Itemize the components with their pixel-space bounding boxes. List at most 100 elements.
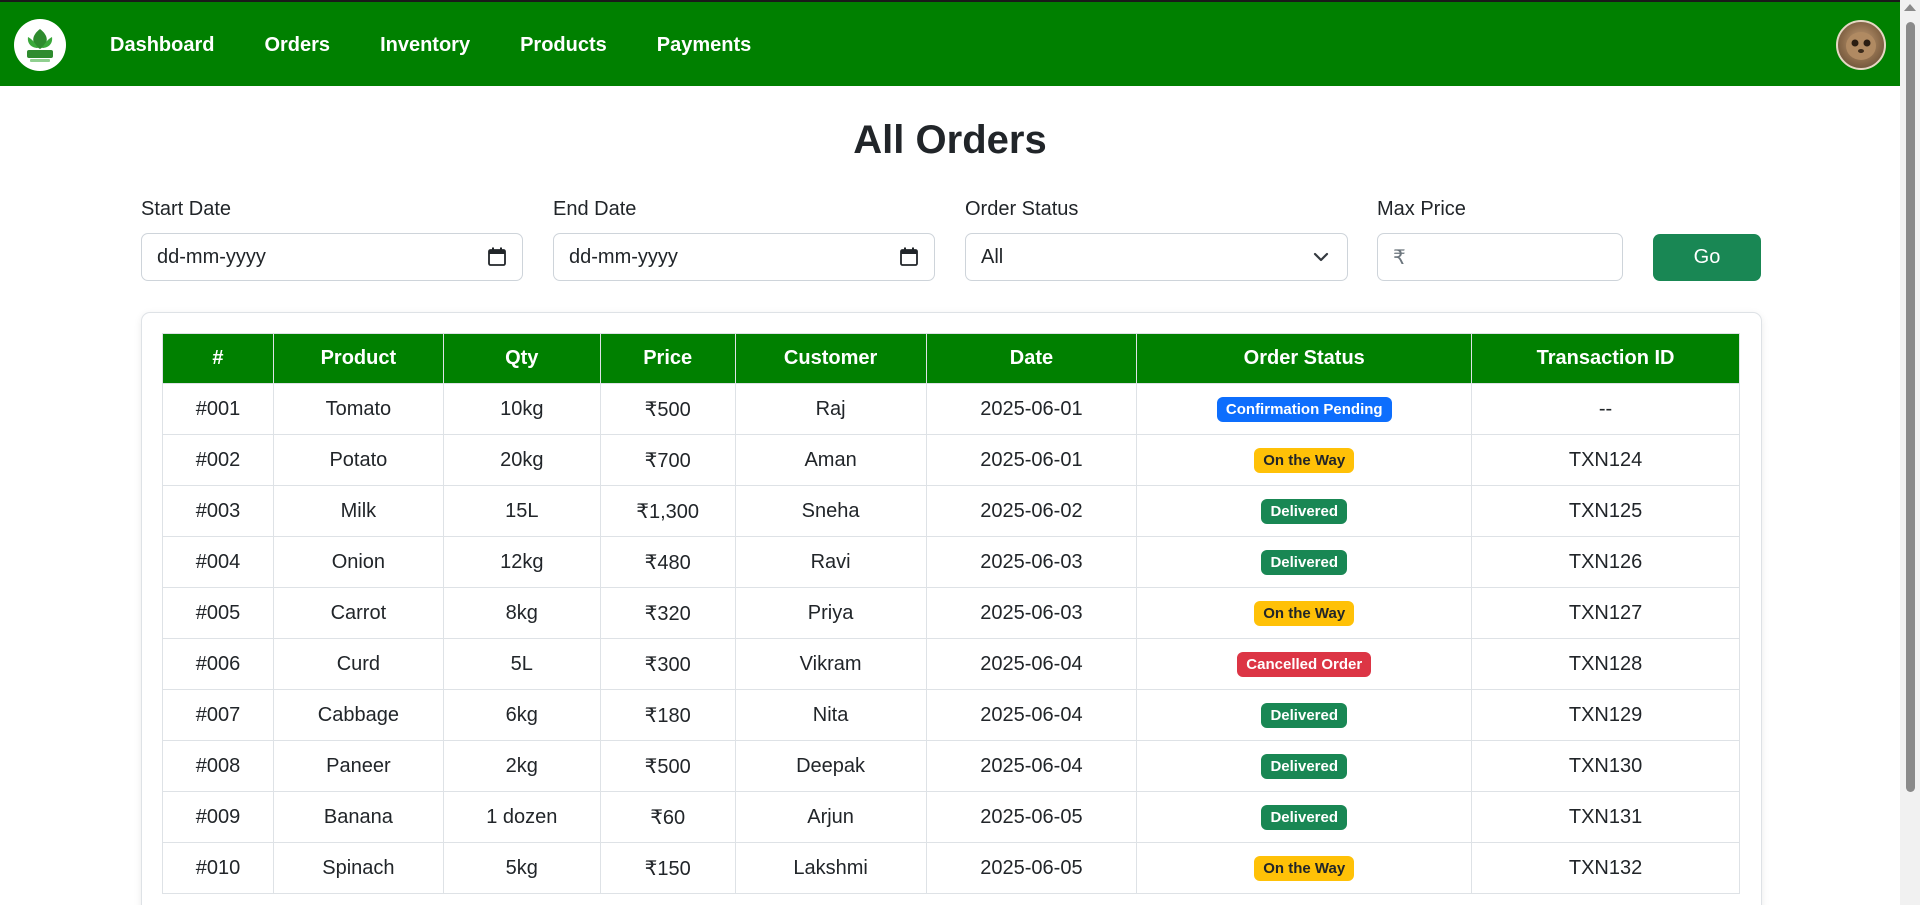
cell-customer: Arjun [734, 791, 927, 843]
cell-transaction-id: TXN130 [1471, 740, 1740, 792]
cell-qty: 20kg [442, 434, 601, 486]
table-row[interactable]: #004 Onion 12kg ₹480 Ravi 2025-06-03 Delivered… [162, 536, 1740, 588]
cell-date: 2025-06-05 [925, 842, 1138, 894]
status-badge: On the Way [1254, 600, 1355, 626]
cell-order-status: Delivered [1136, 536, 1473, 588]
cell-transaction-id: TXN125 [1471, 485, 1740, 537]
cell-customer: Aman [734, 434, 927, 486]
cell-order-status: Delivered [1136, 791, 1473, 843]
order-status-select[interactable]: All [965, 233, 1348, 281]
col-header-product: Product [272, 333, 444, 384]
cell-date: 2025-06-01 [925, 434, 1138, 486]
nav-item-dashboard[interactable]: Dashboard [110, 34, 214, 57]
rupee-prefix: ₹ [1393, 246, 1406, 269]
status-badge: On the Way [1254, 855, 1355, 881]
cell-customer: Raj [734, 383, 927, 435]
cell-product: Carrot [272, 587, 444, 639]
nav-item-inventory[interactable]: Inventory [380, 34, 470, 57]
cell-date: 2025-06-04 [925, 638, 1138, 690]
start-date-input[interactable]: dd-mm-yyyy [141, 233, 523, 281]
table-row[interactable]: #007 Cabbage 6kg ₹180 Nita 2025-06-04 Delivere… [162, 689, 1740, 741]
cell-product: Potato [272, 434, 444, 486]
cell-order-status: On the Way [1136, 434, 1473, 486]
table-row[interactable]: #005 Carrot 8kg ₹320 Priya 2025-06-03 On the W… [162, 587, 1740, 639]
go-button[interactable]: Go [1653, 234, 1761, 281]
cell-price: ₹60 [599, 791, 736, 843]
cell-date: 2025-06-03 [925, 587, 1138, 639]
nav-item-products[interactable]: Products [520, 34, 607, 57]
cell-order-id: #003 [162, 485, 274, 537]
end-date-placeholder: dd-mm-yyyy [569, 245, 678, 268]
max-price-input[interactable]: ₹ [1377, 233, 1623, 281]
cell-customer: Vikram [734, 638, 927, 690]
cell-product: Banana [272, 791, 444, 843]
cell-price: ₹500 [599, 740, 736, 792]
cell-date: 2025-06-02 [925, 485, 1138, 537]
cell-qty: 6kg [442, 689, 601, 741]
end-date-label: End Date [553, 198, 637, 220]
col-header-price: Price [599, 333, 736, 384]
calendar-icon[interactable] [900, 247, 918, 266]
status-badge: Delivered [1261, 702, 1348, 728]
cell-date: 2025-06-03 [925, 536, 1138, 588]
table-row[interactable]: #008 Paneer 2kg ₹500 Deepak 2025-06-04 Deliver… [162, 740, 1740, 792]
table-row[interactable]: #009 Banana 1 dozen ₹60 Arjun 2025-06-05 Deliv… [162, 791, 1740, 843]
cell-order-status: On the Way [1136, 587, 1473, 639]
cell-order-id: #009 [162, 791, 274, 843]
cell-customer: Sneha [734, 485, 927, 537]
cell-product: Tomato [272, 383, 444, 435]
cell-order-status: Delivered [1136, 740, 1473, 792]
cell-product: Curd [272, 638, 444, 690]
cell-product: Onion [272, 536, 444, 588]
table-row[interactable]: #001 Tomato 10kg ₹500 Raj 2025-06-01 Confirmat… [162, 383, 1740, 435]
table-row[interactable]: #003 Milk 15L ₹1,300 Sneha 2025-06-02 Delivere… [162, 485, 1740, 537]
cell-qty: 10kg [442, 383, 601, 435]
cell-qty: 5kg [442, 842, 601, 894]
cell-customer: Lakshmi [734, 842, 927, 894]
cell-order-status: On the Way [1136, 842, 1473, 894]
cell-qty: 1 dozen [442, 791, 601, 843]
cell-order-id: #004 [162, 536, 274, 588]
orders-table: # Product Qty Price Customer Date Order … [162, 333, 1740, 894]
cell-order-id: #005 [162, 587, 274, 639]
cell-product: Paneer [272, 740, 444, 792]
cell-transaction-id: -- [1471, 383, 1740, 435]
cell-price: ₹180 [599, 689, 736, 741]
cell-price: ₹320 [599, 587, 736, 639]
cell-order-id: #006 [162, 638, 274, 690]
start-date-placeholder: dd-mm-yyyy [157, 245, 266, 268]
leaf-logo-icon[interactable] [14, 19, 66, 71]
cell-customer: Nita [734, 689, 927, 741]
page-scrollbar[interactable] [1900, 0, 1920, 905]
chevron-down-icon [1313, 252, 1329, 262]
nav-item-payments[interactable]: Payments [657, 34, 752, 57]
user-avatar[interactable] [1836, 20, 1886, 70]
max-price-label: Max Price [1377, 198, 1466, 220]
table-row[interactable]: #002 Potato 20kg ₹700 Aman 2025-06-01 On the W… [162, 434, 1740, 486]
cell-product: Cabbage [272, 689, 444, 741]
status-badge: Cancelled Order [1237, 651, 1372, 677]
cell-transaction-id: TXN131 [1471, 791, 1740, 843]
start-date-label: Start Date [141, 198, 232, 220]
table-row[interactable]: #006 Curd 5L ₹300 Vikram 2025-06-04 Cancelled … [162, 638, 1740, 690]
scroll-up-icon[interactable] [1904, 4, 1916, 11]
cell-price: ₹500 [599, 383, 736, 435]
cell-customer: Ravi [734, 536, 927, 588]
orders-table-body: #001 Tomato 10kg ₹500 Raj 2025-06-01 Confirmat… [162, 383, 1740, 894]
scrollbar-thumb[interactable] [1906, 22, 1915, 792]
cell-date: 2025-06-04 [925, 740, 1138, 792]
table-row[interactable]: #010 Spinach 5kg ₹150 Lakshmi 2025-06-05 On th… [162, 842, 1740, 894]
cell-qty: 12kg [442, 536, 601, 588]
cell-qty: 5L [442, 638, 601, 690]
cell-product: Spinach [272, 842, 444, 894]
end-date-input[interactable]: dd-mm-yyyy [553, 233, 935, 281]
calendar-icon[interactable] [488, 247, 506, 266]
cell-transaction-id: TXN124 [1471, 434, 1740, 486]
col-header-customer: Customer [734, 333, 927, 384]
cell-order-id: #001 [162, 383, 274, 435]
cell-order-id: #008 [162, 740, 274, 792]
status-badge: Confirmation Pending [1216, 396, 1392, 422]
nav-item-orders[interactable]: Orders [264, 34, 330, 57]
cell-order-id: #010 [162, 842, 274, 894]
cell-customer: Deepak [734, 740, 927, 792]
